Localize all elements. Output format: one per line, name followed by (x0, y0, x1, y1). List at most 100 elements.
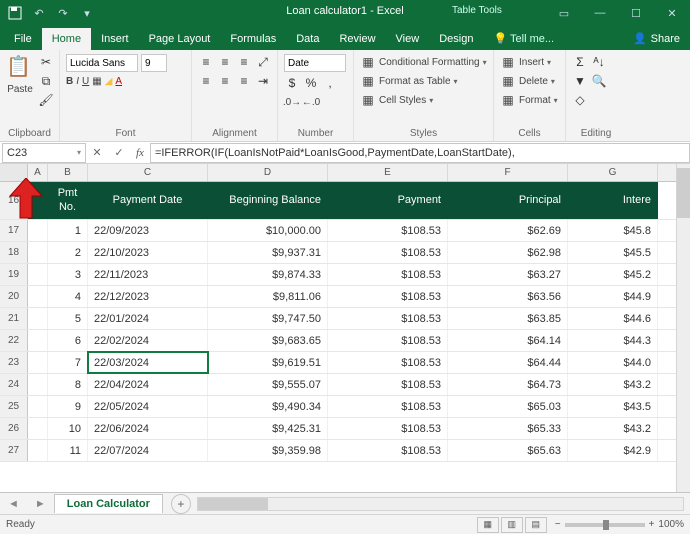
vscroll-thumb[interactable] (677, 168, 690, 218)
page-layout-view-icon[interactable]: ▥ (501, 517, 523, 533)
cell-payment[interactable]: $108.53 (328, 220, 448, 241)
insert-cells-button[interactable]: ▦Insert (500, 54, 551, 70)
cell-interest[interactable]: $44.9 (568, 286, 658, 307)
qat-customize-icon[interactable]: ▾ (78, 4, 96, 22)
table-row[interactable]: 25922/05/2024$9,490.34$108.53$65.03$43.5 (0, 396, 690, 418)
increase-decimal-icon[interactable]: .0→ (284, 94, 300, 110)
percent-icon[interactable]: % (303, 75, 319, 91)
cell-interest[interactable]: $44.0 (568, 352, 658, 373)
cell-pmt-no[interactable]: 7 (48, 352, 88, 373)
normal-view-icon[interactable]: ▦ (477, 517, 499, 533)
row-header[interactable]: 25 (0, 396, 28, 417)
copy-icon[interactable]: ⧉ (38, 73, 54, 89)
maximize-icon[interactable]: ☐ (618, 0, 654, 26)
cell-principal[interactable]: $65.63 (448, 440, 568, 461)
sheet-nav-next-icon[interactable]: ► (27, 498, 54, 510)
row-header[interactable]: 21 (0, 308, 28, 329)
cell-styles-button[interactable]: ▦Cell Styles (360, 92, 433, 108)
cell-payment-date[interactable]: 22/01/2024 (88, 308, 208, 329)
cell-interest[interactable]: $45.5 (568, 242, 658, 263)
format-cells-button[interactable]: ▦Format (500, 92, 558, 108)
cell-pmt-no[interactable]: 3 (48, 264, 88, 285)
cell-interest[interactable]: $43.2 (568, 374, 658, 395)
row-header[interactable]: 20 (0, 286, 28, 307)
col-header-g[interactable]: G (568, 164, 658, 181)
col-header-d[interactable]: D (208, 164, 328, 181)
cell-payment[interactable]: $108.53 (328, 352, 448, 373)
cell-beginning-balance[interactable]: $9,555.07 (208, 374, 328, 395)
font-name-input[interactable] (66, 54, 138, 72)
cell-payment[interactable]: $108.53 (328, 418, 448, 439)
cell-payment-date[interactable]: 22/04/2024 (88, 374, 208, 395)
cell-beginning-balance[interactable]: $9,937.31 (208, 242, 328, 263)
font-size-input[interactable] (141, 54, 167, 72)
cell-payment-date[interactable]: 22/03/2024 (88, 352, 208, 373)
cell-beginning-balance[interactable]: $9,874.33 (208, 264, 328, 285)
cell-interest[interactable]: $45.2 (568, 264, 658, 285)
col-header-c[interactable]: C (88, 164, 208, 181)
clear-icon[interactable]: ◇ (572, 92, 588, 108)
table-row[interactable]: 23722/03/2024$9,619.51$108.53$64.44$44.0 (0, 352, 690, 374)
cell-beginning-balance[interactable]: $9,683.65 (208, 330, 328, 351)
zoom-slider[interactable] (565, 523, 645, 527)
cell-payment-date[interactable]: 22/05/2024 (88, 396, 208, 417)
table-row[interactable]: 20422/12/2023$9,811.06$108.53$63.56$44.9 (0, 286, 690, 308)
formula-input[interactable]: =IFERROR(IF(LoanIsNotPaid*LoanIsGood,Pay… (150, 143, 690, 163)
row-header[interactable]: 17 (0, 220, 28, 241)
row-header[interactable]: 18 (0, 242, 28, 263)
enter-formula-icon[interactable]: ✓ (108, 146, 130, 159)
tab-page-layout[interactable]: Page Layout (139, 28, 221, 50)
table-row[interactable]: 24822/04/2024$9,555.07$108.53$64.73$43.2 (0, 374, 690, 396)
cell-principal[interactable]: $64.44 (448, 352, 568, 373)
italic-button[interactable]: I (76, 76, 79, 87)
cell-principal[interactable]: $63.85 (448, 308, 568, 329)
save-icon[interactable] (6, 4, 24, 22)
align-middle-icon[interactable]: ≡ (217, 54, 233, 70)
tab-view[interactable]: View (386, 28, 430, 50)
conditional-formatting-button[interactable]: ▦Conditional Formatting (360, 54, 487, 70)
indent-icon[interactable]: ⇥ (255, 73, 271, 89)
cell-principal[interactable]: $62.98 (448, 242, 568, 263)
table-row[interactable]: 22622/02/2024$9,683.65$108.53$64.14$44.3 (0, 330, 690, 352)
currency-icon[interactable]: $ (284, 75, 300, 91)
align-left-icon[interactable]: ≡ (198, 73, 214, 89)
delete-cells-button[interactable]: ▦Delete (500, 73, 555, 89)
font-color-button[interactable]: A (115, 76, 122, 87)
undo-icon[interactable]: ↶ (30, 4, 48, 22)
decrease-decimal-icon[interactable]: ←.0 (303, 94, 319, 110)
cell-beginning-balance[interactable]: $9,811.06 (208, 286, 328, 307)
ribbon-options-icon[interactable]: ▭ (546, 0, 582, 26)
cell-payment-date[interactable]: 22/07/2024 (88, 440, 208, 461)
cell-interest[interactable]: $44.3 (568, 330, 658, 351)
cell-payment[interactable]: $108.53 (328, 440, 448, 461)
cell-payment[interactable]: $108.53 (328, 286, 448, 307)
minimize-icon[interactable]: — (582, 0, 618, 26)
cell-beginning-balance[interactable]: $9,425.31 (208, 418, 328, 439)
fill-icon[interactable]: ▼ (572, 73, 588, 89)
worksheet-grid[interactable]: 16 Pmt No. Payment Date Beginning Balanc… (0, 182, 690, 492)
horizontal-scrollbar[interactable] (197, 497, 684, 511)
cell-principal[interactable]: $63.56 (448, 286, 568, 307)
cell-interest[interactable]: $45.8 (568, 220, 658, 241)
zoom-in-button[interactable]: + (649, 519, 655, 530)
format-painter-icon[interactable]: 🖌 (38, 92, 54, 108)
sheet-tab-active[interactable]: Loan Calculator (54, 494, 163, 513)
sheet-nav-prev-icon[interactable]: ◄ (0, 498, 27, 510)
cell-payment[interactable]: $108.53 (328, 374, 448, 395)
tab-data[interactable]: Data (286, 28, 329, 50)
tab-home[interactable]: Home (42, 28, 91, 50)
cell-principal[interactable]: $64.14 (448, 330, 568, 351)
cell-pmt-no[interactable]: 8 (48, 374, 88, 395)
cell-pmt-no[interactable]: 11 (48, 440, 88, 461)
tab-design[interactable]: Design (429, 28, 483, 50)
hscroll-thumb[interactable] (198, 498, 268, 510)
row-header[interactable]: 26 (0, 418, 28, 439)
align-center-icon[interactable]: ≡ (217, 73, 233, 89)
row-header[interactable]: 19 (0, 264, 28, 285)
cell-beginning-balance[interactable]: $10,000.00 (208, 220, 328, 241)
row-header[interactable]: 24 (0, 374, 28, 395)
cell-payment-date[interactable]: 22/09/2023 (88, 220, 208, 241)
tab-insert[interactable]: Insert (91, 28, 139, 50)
cell-principal[interactable]: $65.03 (448, 396, 568, 417)
cell-pmt-no[interactable]: 4 (48, 286, 88, 307)
